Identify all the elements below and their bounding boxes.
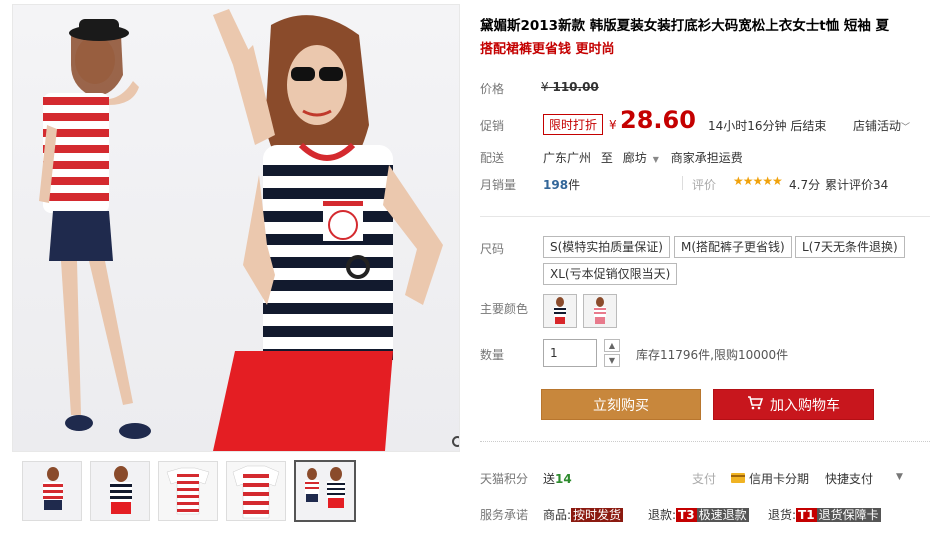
quantity-increase-button[interactable]: ▲ bbox=[604, 339, 620, 352]
original-price-currency: ¥ bbox=[541, 80, 549, 94]
shipping-info: 广东广州 至 廊坊 ▼ 商家承担运费 bbox=[543, 149, 749, 166]
service-return-code: T1 bbox=[796, 508, 817, 522]
rating-score: 4.7分 bbox=[789, 178, 821, 192]
thumbnail-1-image bbox=[23, 462, 81, 520]
add-to-cart-button[interactable]: 加入购物车 bbox=[713, 389, 874, 420]
color-swatch-2[interactable] bbox=[583, 294, 617, 328]
thumbnail-5-image bbox=[296, 462, 354, 520]
price-label: 价格 bbox=[480, 82, 505, 96]
thumbnail-4-image bbox=[227, 462, 285, 520]
shipping-destination[interactable]: 廊坊 bbox=[623, 151, 647, 165]
shipping-label: 配送 bbox=[480, 151, 505, 165]
product-photo bbox=[39, 9, 443, 451]
model-right-figure bbox=[213, 9, 443, 451]
thumbnail-4[interactable] bbox=[226, 461, 286, 521]
service-refund-label: 退款: bbox=[648, 508, 677, 522]
service-return-tag[interactable]: 退货保障卡 bbox=[816, 508, 881, 522]
service-goods: 商品: 按时发货 bbox=[543, 506, 624, 523]
sales-count: 198件 bbox=[543, 176, 580, 193]
thumbnail-3[interactable] bbox=[158, 461, 218, 521]
points-number: 14 bbox=[555, 472, 572, 486]
cart-icon bbox=[747, 395, 764, 414]
service-return: 退货: T1 退货保障卡 bbox=[768, 506, 881, 523]
chevron-down-icon: ﹀ bbox=[901, 123, 911, 133]
credit-card-installment[interactable]: 信用卡分期 bbox=[731, 470, 809, 487]
size-option-xl[interactable]: XL(亏本促销仅限当天) bbox=[543, 263, 678, 285]
service-refund-tag[interactable]: 极速退款 bbox=[696, 508, 749, 522]
shop-activity-label: 店铺活动 bbox=[853, 119, 902, 133]
add-to-cart-label: 加入购物车 bbox=[770, 397, 840, 414]
size-label: 尺码 bbox=[480, 242, 505, 256]
thumbnail-2[interactable] bbox=[90, 461, 150, 521]
size-option-s[interactable]: S(模特实拍质量保证) bbox=[543, 236, 670, 258]
product-title: 黛媚斯2013新款 韩版夏装女装打底衫大码宽松上衣女士t恤 短袖 夏 bbox=[480, 18, 890, 34]
shipping-to-word: 至 bbox=[600, 151, 613, 165]
size-option-l[interactable]: L(7天无条件退换) bbox=[795, 236, 905, 258]
shipping-from: 广东广州 bbox=[543, 151, 592, 165]
review-count-link[interactable]: 累计评价34 bbox=[825, 176, 888, 193]
chevron-down-icon: ▼ bbox=[608, 356, 616, 365]
sales-label: 月销量 bbox=[480, 178, 517, 192]
quantity-label: 数量 bbox=[480, 348, 505, 362]
service-return-label: 退货: bbox=[768, 508, 797, 522]
points-prefix: 送 bbox=[543, 472, 556, 486]
color-swatch-1[interactable] bbox=[543, 294, 577, 328]
points-value: 送14 bbox=[543, 470, 572, 487]
chevron-up-icon: ▲ bbox=[608, 341, 616, 350]
quick-pay-label[interactable]: 快捷支付 bbox=[825, 470, 873, 487]
promo-countdown: 14小时16分钟 后结束 bbox=[708, 119, 827, 133]
rating-stars: ★★★★★ bbox=[733, 174, 783, 188]
shop-activity-dropdown[interactable]: 店铺活动﹀ bbox=[853, 117, 910, 134]
divider bbox=[480, 216, 930, 217]
service-label: 服务承诺 bbox=[480, 508, 529, 522]
credit-card-icon bbox=[731, 472, 745, 486]
promo-currency: ¥ bbox=[609, 118, 617, 132]
product-subtitle: 搭配裙裤更省钱 更时尚 bbox=[480, 42, 615, 57]
buy-now-button[interactable]: 立刻购买 bbox=[541, 389, 701, 420]
thumbnail-2-image bbox=[91, 462, 149, 520]
buy-now-label: 立刻购买 bbox=[593, 397, 649, 414]
credit-card-label: 信用卡分期 bbox=[749, 472, 810, 486]
payment-label: 支付 bbox=[692, 472, 717, 486]
color-label: 主要颜色 bbox=[480, 302, 529, 316]
thumbnail-strip bbox=[12, 458, 458, 526]
color-swatch-2-image bbox=[584, 295, 616, 327]
promo-label: 促销 bbox=[480, 119, 505, 133]
sales-count-value: 198 bbox=[543, 178, 569, 192]
quantity-input[interactable]: 1 bbox=[543, 339, 597, 367]
model-left-figure bbox=[39, 19, 151, 439]
quantity-decrease-button[interactable]: ▼ bbox=[604, 354, 620, 367]
original-price-value: 110.00 bbox=[552, 80, 599, 94]
thumbnail-1[interactable] bbox=[22, 461, 82, 521]
rating-label: 评价 bbox=[692, 178, 717, 192]
size-option-m[interactable]: M(搭配裤子更省钱) bbox=[674, 236, 792, 258]
original-price: ¥ 110.00 bbox=[541, 80, 599, 94]
thumbnail-3-image bbox=[159, 462, 217, 520]
service-goods-tag[interactable]: 按时发货 bbox=[571, 508, 624, 522]
zoom-icon[interactable] bbox=[449, 433, 459, 451]
promo-tag: 限时打折 bbox=[543, 114, 604, 135]
service-refund: 退款: T3 极速退款 bbox=[648, 506, 749, 523]
divider bbox=[480, 441, 930, 442]
service-goods-label: 商品: bbox=[543, 508, 572, 522]
caret-down-icon[interactable]: ▼ bbox=[653, 155, 659, 164]
caret-down-icon[interactable]: ▼ bbox=[896, 472, 903, 482]
promo-price: 28.60 bbox=[620, 106, 696, 134]
sales-count-unit: 件 bbox=[568, 178, 581, 192]
service-refund-code: T3 bbox=[676, 508, 697, 522]
stock-info: 库存11796件,限购10000件 bbox=[636, 348, 789, 362]
color-swatch-1-image bbox=[544, 295, 576, 327]
thumbnail-5[interactable] bbox=[294, 460, 356, 522]
shipping-fee: 商家承担运费 bbox=[670, 151, 743, 165]
points-label: 天猫积分 bbox=[480, 472, 529, 486]
divider bbox=[682, 176, 683, 190]
product-main-image[interactable] bbox=[12, 4, 460, 452]
